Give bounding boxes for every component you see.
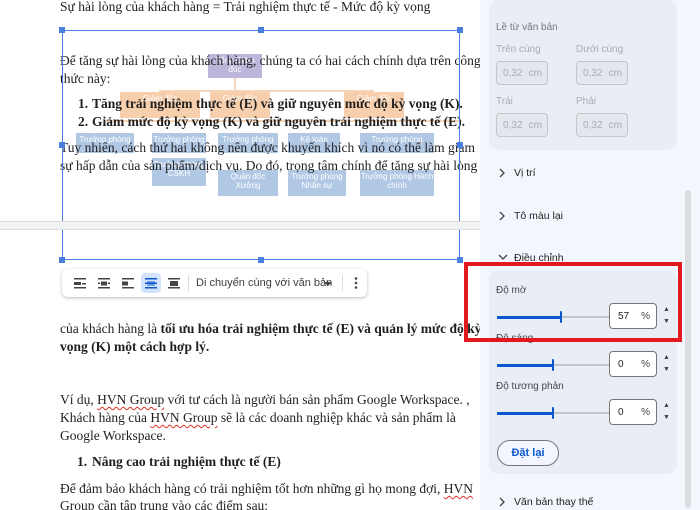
resize-handle-tl[interactable] xyxy=(59,27,65,33)
margin-left-label: Trái xyxy=(496,96,513,107)
section-heading: Nâng cao trải nghiệm thực tế (E) xyxy=(92,454,281,469)
para4-text-a: Ví dụ, xyxy=(60,392,98,407)
chevron-right-icon[interactable] xyxy=(498,211,506,221)
resize-handle-tr[interactable] xyxy=(457,27,463,33)
margin-left-input[interactable]: 0,32 cm xyxy=(496,113,548,137)
para5-text-b: cần tập trung vào các điểm sau: xyxy=(94,498,269,510)
margin-right-label: Phải xyxy=(576,96,597,107)
formula-line: Sự hài lòng của khách hàng = Trải nghiệm… xyxy=(60,0,431,14)
image-options-toolbar: Di chuyển cùng với văn bản xyxy=(62,269,367,297)
reset-button[interactable]: Đặt lại xyxy=(497,440,559,466)
resize-handle-ml[interactable] xyxy=(59,142,65,148)
image-options-panel: Lề từ văn bản Trên cùng Dưới cùng 0,32 cm… xyxy=(480,0,700,510)
page-break xyxy=(0,221,480,230)
para3-text-a: của khách hàng là xyxy=(60,321,161,336)
contrast-spin-up-icon[interactable]: ▲ xyxy=(663,402,670,413)
brightness-slider-thumb[interactable] xyxy=(552,359,554,371)
contrast-slider-fill xyxy=(497,411,553,415)
heading-num: 1. xyxy=(77,454,88,469)
in-front-of-text-icon[interactable] xyxy=(166,275,182,291)
chevron-right-icon[interactable] xyxy=(498,168,506,178)
margin-top-label: Trên cùng xyxy=(496,44,541,55)
inline-wrap-icon[interactable] xyxy=(72,275,88,291)
break-text-icon[interactable] xyxy=(120,275,136,291)
toolbar-divider-2 xyxy=(342,275,343,291)
para5-line1: Để đảm bảo khách hàng có trải nghiệm tốt… xyxy=(60,480,473,497)
chevron-down-icon[interactable] xyxy=(498,253,508,261)
resize-handle-br[interactable] xyxy=(457,257,463,263)
para3-text-b: tối ưu hóa trải nghiệm thực tế (E) và qu… xyxy=(160,321,480,336)
contrast-slider-thumb[interactable] xyxy=(552,407,554,419)
margin-top-input[interactable]: 0,32 cm xyxy=(496,61,548,85)
highlight-box xyxy=(464,262,682,342)
contrast-spin-down-icon[interactable]: ▼ xyxy=(663,414,670,425)
para4-text-d: sẽ là các doanh nghiệp khác và sản phẩm … xyxy=(217,410,456,425)
resize-handle-bc[interactable] xyxy=(258,257,264,263)
para3-line2: vọng (K) một cách hợp lý. xyxy=(60,339,210,354)
margin-bottom-input[interactable]: 0,32 cm xyxy=(576,61,628,85)
document-canvas[interactable]: Sự hài lòng của khách hàng = Trải nghiệm… xyxy=(0,0,480,510)
para4-text-c: Khách hàng của xyxy=(60,410,151,425)
para4-line1: Ví dụ, HVN Group với tư cách là người bá… xyxy=(60,391,470,408)
margins-title: Lề từ văn bản xyxy=(496,22,558,33)
contrast-label: Độ tương phản xyxy=(496,381,564,392)
wrap-mode-dropdown[interactable]: Di chuyển cùng với văn bản xyxy=(196,277,332,289)
para5-text-a: Để đảm bảo khách hàng có trải nghiệm tốt… xyxy=(60,481,444,496)
resize-handle-bl[interactable] xyxy=(59,257,65,263)
para5-line2: Group cần tập trung vào các điểm sau: xyxy=(60,497,268,510)
brightness-spin-down-icon[interactable]: ▼ xyxy=(663,366,670,377)
para3-line1: của khách hàng là tối ưu hóa trải nghiệm… xyxy=(60,320,480,337)
wrap-text-icon[interactable] xyxy=(96,275,112,291)
toolbar-divider xyxy=(188,275,189,291)
brightness-input[interactable]: 0% xyxy=(609,351,657,377)
chevron-right-icon[interactable] xyxy=(498,497,506,507)
contrast-input[interactable]: 0% xyxy=(609,399,657,425)
section-position[interactable]: Vị trí xyxy=(514,167,536,179)
section-recolor[interactable]: Tô màu lại xyxy=(514,210,563,222)
margins-card: Lề từ văn bản Trên cùng Dưới cùng 0,32 cm… xyxy=(489,0,677,150)
more-options-icon[interactable] xyxy=(348,275,364,291)
resize-handle-mr[interactable] xyxy=(457,142,463,148)
brightness-slider-fill xyxy=(497,363,553,367)
margin-bottom-label: Dưới cùng xyxy=(576,44,624,55)
spell-hvn[interactable]: HVN xyxy=(444,481,473,496)
spell-hvn-group[interactable]: HVN Group xyxy=(97,392,164,407)
section-alt-text[interactable]: Văn bản thay thế xyxy=(514,496,593,508)
panel-scrollbar[interactable] xyxy=(685,190,691,508)
resize-handle-tc[interactable] xyxy=(258,27,264,33)
para4-text-b: với tư cách là người bán sản phẩm Google… xyxy=(164,392,470,407)
spell-hvn-group-2[interactable]: HVN Group xyxy=(150,410,217,425)
para4-line2: Khách hàng của HVN Group sẽ là các doanh… xyxy=(60,409,456,426)
margin-right-input[interactable]: 0,32 cm xyxy=(576,113,628,137)
dropdown-arrow-icon[interactable] xyxy=(320,276,336,292)
para4-line3: Google Workspace. xyxy=(60,428,166,443)
behind-text-icon[interactable] xyxy=(141,273,161,293)
spell-group[interactable]: Group xyxy=(60,498,95,510)
brightness-spin-up-icon[interactable]: ▲ xyxy=(663,354,670,365)
